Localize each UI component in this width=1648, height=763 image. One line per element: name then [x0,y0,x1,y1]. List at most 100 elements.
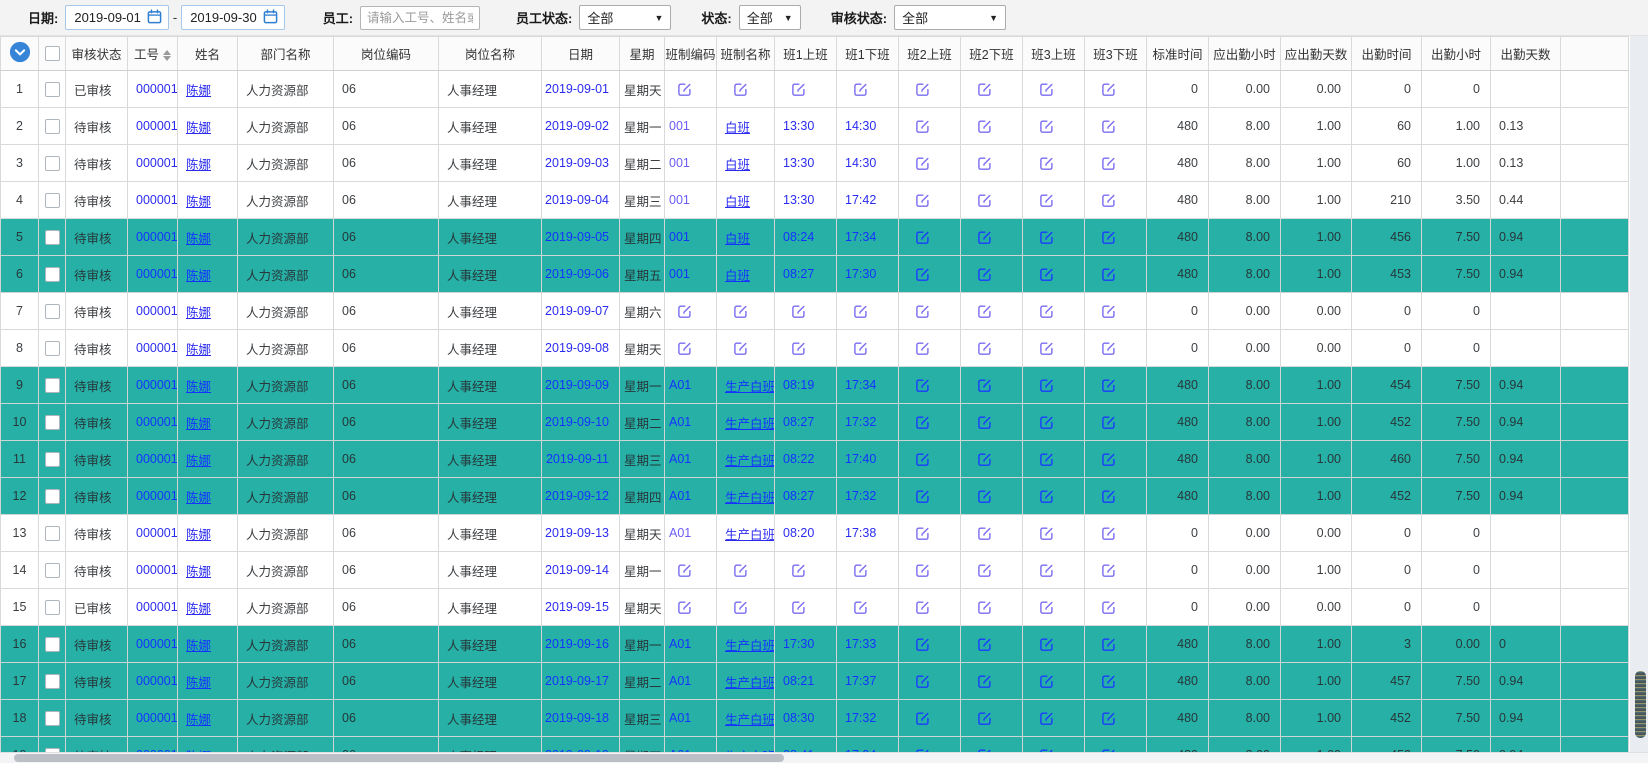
shift-name-link[interactable]: 生产白班 [725,639,775,653]
edit-icon[interactable] [915,267,930,282]
time-link[interactable]: 08:27 [783,267,814,281]
shift-code-link[interactable]: A01 [669,711,691,725]
sort-icon[interactable] [163,50,171,61]
date-link[interactable]: 2019-09-10 [545,415,609,429]
edit-icon[interactable] [853,600,868,615]
employee-id-link[interactable]: 000001 [136,600,178,614]
edit-icon[interactable] [791,82,806,97]
time-link[interactable]: 08:27 [783,489,814,503]
date-link[interactable]: 2019-09-15 [545,600,609,614]
employee-name-link[interactable]: 陈娜 [186,306,211,320]
date-link[interactable]: 2019-09-01 [545,82,609,96]
date-link[interactable]: 2019-09-16 [545,637,609,651]
status-select[interactable]: 全部 ▼ [739,5,801,30]
edit-icon[interactable] [915,637,930,652]
edit-icon[interactable] [977,230,992,245]
time-link[interactable]: 17:32 [845,415,876,429]
shift-code-link[interactable]: A01 [669,415,691,429]
edit-icon[interactable] [1101,489,1116,504]
time-link[interactable]: 17:32 [845,711,876,725]
employee-id-link[interactable]: 000001 [136,341,178,355]
date-link[interactable]: 2019-09-06 [545,267,609,281]
edit-icon[interactable] [1101,304,1116,319]
edit-icon[interactable] [915,304,930,319]
time-link[interactable]: 17:38 [845,526,876,540]
date-link[interactable]: 2019-09-03 [545,156,609,170]
edit-icon[interactable] [1039,230,1054,245]
edit-icon[interactable] [733,82,748,97]
edit-icon[interactable] [1039,489,1054,504]
calendar-icon[interactable] [263,9,278,27]
edit-icon[interactable] [1039,82,1054,97]
edit-icon[interactable] [1039,341,1054,356]
vertical-scrollbar-thumb[interactable] [1635,671,1646,738]
date-link[interactable]: 2019-09-11 [546,452,609,466]
edit-icon[interactable] [1101,193,1116,208]
shift-name-link[interactable]: 生产白班 [725,417,775,431]
edit-icon[interactable] [1101,637,1116,652]
employee-id-link[interactable]: 000001 [136,82,178,96]
employee-name-link[interactable]: 陈娜 [186,491,211,505]
edit-icon[interactable] [915,415,930,430]
row-checkbox[interactable] [45,674,60,689]
edit-icon[interactable] [977,674,992,689]
edit-icon[interactable] [1039,637,1054,652]
edit-icon[interactable] [915,452,930,467]
time-link[interactable]: 17:34 [845,378,876,392]
edit-icon[interactable] [915,378,930,393]
date-link[interactable]: 2019-09-13 [545,526,609,540]
edit-icon[interactable] [915,193,930,208]
edit-icon[interactable] [1039,452,1054,467]
date-link[interactable]: 2019-09-12 [545,489,609,503]
edit-icon[interactable] [1101,563,1116,578]
edit-icon[interactable] [977,304,992,319]
shift-code-link[interactable]: 001 [669,193,690,207]
edit-icon[interactable] [1101,230,1116,245]
time-link[interactable]: 17:32 [845,489,876,503]
edit-icon[interactable] [915,230,930,245]
employee-name-link[interactable]: 陈娜 [186,528,211,542]
edit-icon[interactable] [915,489,930,504]
edit-icon[interactable] [677,600,692,615]
date-link[interactable]: 2019-09-17 [545,674,609,688]
edit-icon[interactable] [1101,378,1116,393]
time-link[interactable]: 14:30 [845,119,876,133]
employee-name-link[interactable]: 陈娜 [186,713,211,727]
shift-code-link[interactable]: A01 [669,452,691,466]
edit-icon[interactable] [1101,452,1116,467]
employee-name-link[interactable]: 陈娜 [186,417,211,431]
shift-name-link[interactable]: 白班 [725,195,750,209]
employee-status-select[interactable]: 全部 ▼ [579,5,671,30]
shift-name-link[interactable]: 生产白班 [725,528,775,542]
row-checkbox[interactable] [45,341,60,356]
edit-icon[interactable] [1101,711,1116,726]
horizontal-scrollbar-thumb[interactable] [14,754,784,762]
time-link[interactable]: 08:19 [783,378,814,392]
edit-icon[interactable] [977,489,992,504]
edit-icon[interactable] [1039,156,1054,171]
employee-id-link[interactable]: 000001 [136,378,178,392]
edit-icon[interactable] [1101,156,1116,171]
edit-icon[interactable] [977,563,992,578]
row-checkbox[interactable] [45,489,60,504]
edit-icon[interactable] [1039,304,1054,319]
date-link[interactable]: 2019-09-09 [545,378,609,392]
employee-name-link[interactable]: 陈娜 [186,565,211,579]
employee-name-link[interactable]: 陈娜 [186,639,211,653]
select-all-checkbox[interactable] [45,46,60,61]
edit-icon[interactable] [1039,119,1054,134]
employee-name-link[interactable]: 陈娜 [186,454,211,468]
edit-icon[interactable] [915,341,930,356]
employee-id-link[interactable]: 000001 [136,193,178,207]
audit-status-select[interactable]: 全部 ▼ [894,5,1006,30]
edit-icon[interactable] [977,156,992,171]
edit-icon[interactable] [977,193,992,208]
employee-id-link[interactable]: 000001 [136,119,178,133]
shift-name-link[interactable]: 白班 [725,121,750,135]
edit-icon[interactable] [977,119,992,134]
time-link[interactable]: 17:34 [845,230,876,244]
employee-id-link[interactable]: 000001 [136,304,178,318]
expand-all-button[interactable] [9,41,31,63]
date-link[interactable]: 2019-09-14 [545,563,609,577]
row-checkbox[interactable] [45,415,60,430]
